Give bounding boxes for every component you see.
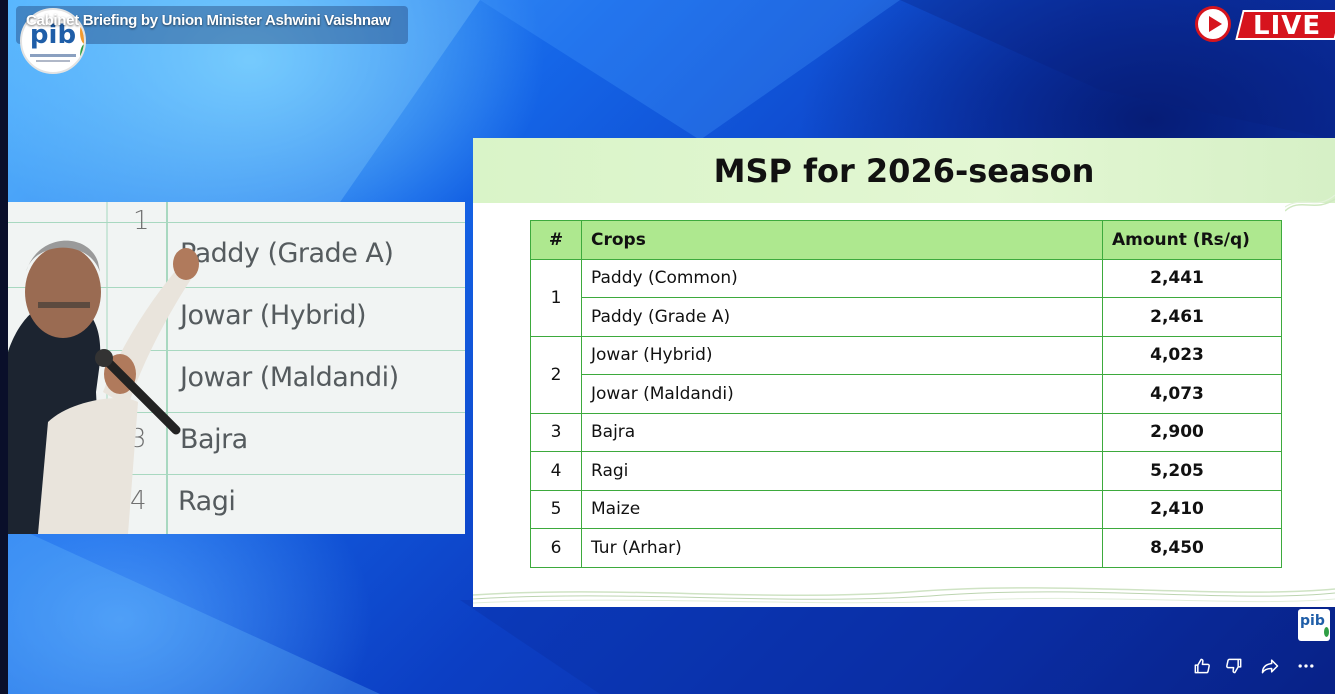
row-number: 6: [530, 528, 582, 568]
header-amount: Amount (Rs/q): [1102, 220, 1282, 260]
row-number: 4: [530, 451, 582, 491]
video-actions: [1188, 652, 1328, 680]
row-amount: 4,073: [1102, 374, 1282, 414]
decorative-swirl: [1285, 194, 1335, 212]
row-amount: 2,461: [1102, 297, 1282, 337]
pib-watermark-logo: pib: [1298, 609, 1330, 641]
row-number: 5: [530, 489, 582, 529]
table-row: 1 Paddy (Common) 2,441: [530, 258, 1282, 337]
table-row: 5 Maize 2,410: [530, 489, 1282, 529]
row-amount: 2,410: [1102, 489, 1282, 529]
play-icon: [1195, 6, 1231, 42]
row-amount: 4,023: [1102, 335, 1282, 375]
camera-row-crop: Jowar (Maldandi): [180, 362, 399, 393]
table-row: 2 Jowar (Hybrid) 4,023: [530, 335, 1282, 414]
table-row: 3 Bajra 2,900: [530, 412, 1282, 452]
row-amount: 2,900: [1102, 412, 1282, 452]
row-crop: Maize: [581, 489, 1103, 529]
share-icon[interactable]: [1256, 652, 1284, 680]
row-crop: Paddy (Grade A): [581, 297, 1103, 337]
header-number: #: [530, 220, 582, 260]
row-number: 3: [530, 412, 582, 452]
thumbs-down-icon[interactable]: [1220, 652, 1248, 680]
decorative-wave: [473, 587, 1335, 604]
msp-table: # Crops Amount (Rs/q) 1 Paddy (Common) 2…: [530, 220, 1282, 568]
video-frame[interactable]: pib Cabinet Briefing by Union Minister A…: [0, 0, 1335, 694]
row-crop: Tur (Arhar): [581, 528, 1103, 568]
row-number: 1: [530, 258, 582, 337]
table-row: 6 Tur (Arhar) 8,450: [530, 528, 1282, 568]
table-row: Jowar (Maldandi) 4,073: [531, 374, 1282, 414]
row-crop: Jowar (Maldandi): [581, 374, 1103, 414]
row-number: 2: [530, 335, 582, 414]
camera-inset: 1 Paddy (Grade A) 2 Jowar (Hybrid) Jowar…: [8, 202, 465, 534]
video-title: Cabinet Briefing by Union Minister Ashwi…: [26, 12, 391, 29]
thumbs-up-icon[interactable]: [1188, 652, 1216, 680]
table-row: Paddy (Grade A) 2,461: [531, 297, 1282, 337]
table-header-row: # Crops Amount (Rs/q): [530, 220, 1282, 260]
table-row: 4 Ragi 5,205: [530, 451, 1282, 491]
row-crop: Jowar (Hybrid): [581, 335, 1103, 375]
row-crop: Ragi: [581, 451, 1103, 491]
more-icon[interactable]: [1292, 652, 1320, 680]
camera-row-crop: Paddy (Grade A): [180, 238, 394, 269]
live-indicator: LIVE: [1195, 6, 1335, 44]
msp-slide: MSP for 2026-season # Crops Amount (Rs/q…: [473, 138, 1335, 607]
row-amount: 2,441: [1102, 258, 1282, 298]
row-crop: Paddy (Common): [581, 258, 1103, 298]
header-crops: Crops: [581, 220, 1103, 260]
row-amount: 8,450: [1102, 528, 1282, 568]
left-edge: [0, 0, 8, 694]
slide-title: MSP for 2026-season: [713, 152, 1095, 190]
row-crop: Bajra: [581, 412, 1103, 452]
speaker-figure: [8, 240, 199, 534]
row-amount: 5,205: [1102, 451, 1282, 491]
live-label: LIVE: [1253, 11, 1322, 41]
